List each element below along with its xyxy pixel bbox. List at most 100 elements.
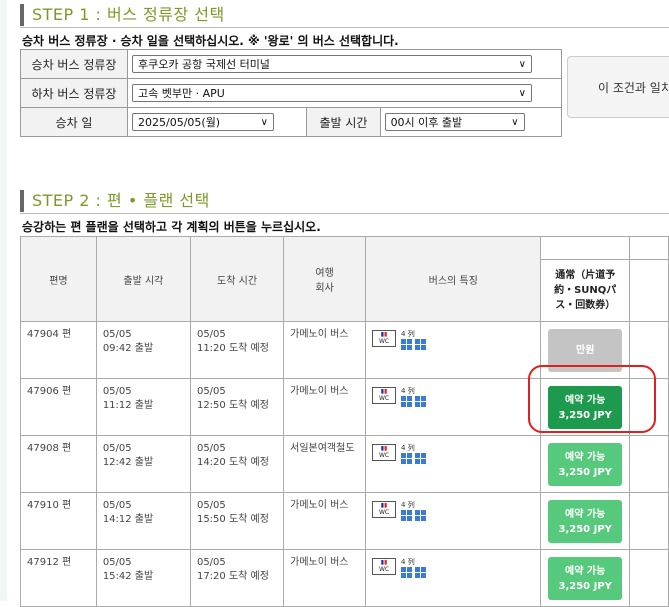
plan-header-top bbox=[541, 237, 629, 260]
step2-instruction: 승강하는 편 플랜을 선택하고 각 계획의 버튼을 누르십시오. bbox=[22, 220, 321, 234]
operator: 가메노이 버스 bbox=[283, 549, 367, 607]
col-operator: 여행 회사 bbox=[283, 236, 367, 322]
trip-number: 47906 편 bbox=[20, 378, 97, 436]
departure-time: 11:12 출발 bbox=[102, 400, 154, 411]
arrival-date: 05/05 bbox=[196, 329, 226, 340]
button-label: 예약 가능 bbox=[565, 394, 606, 406]
alight-stop-label: 하차 버스 정류장 bbox=[20, 78, 128, 108]
arrival-time: 17:20 도착 예정 bbox=[196, 571, 269, 582]
departure-date: 05/05 bbox=[102, 443, 132, 454]
button-label: 예약 가능 bbox=[565, 451, 606, 463]
arrival-cell: 05/05 14:20 도착 예정 bbox=[189, 435, 285, 493]
button-price: 3,250 JPY bbox=[558, 580, 612, 592]
extra-cell bbox=[628, 435, 669, 493]
departure-cell: 05/05 11:12 출발 bbox=[95, 378, 191, 436]
features-cell: ▮▮ WC 4 列 bbox=[365, 549, 542, 607]
table-row: 47904 편 05/05 09:42 출발 05/05 11:20 도착 예정 가메노이… bbox=[20, 321, 669, 379]
alight-stop-select[interactable]: 고속 벳부만 · APU ∨ bbox=[132, 84, 532, 102]
seat-layout-icon: 4 列 bbox=[401, 558, 427, 579]
button-label: 만원 bbox=[576, 344, 595, 356]
trip-number: 47912 편 bbox=[20, 549, 97, 607]
left-background-strip bbox=[0, 0, 7, 601]
step1-underline bbox=[20, 27, 669, 28]
col-arrival: 도착 시간 bbox=[189, 236, 285, 322]
col-trip: 편명 bbox=[20, 236, 97, 322]
extra-cell bbox=[628, 549, 669, 607]
arrival-cell: 05/05 12:50 도착 예정 bbox=[189, 378, 285, 436]
arrival-time: 14:20 도착 예정 bbox=[196, 457, 269, 468]
features-cell: ▮▮ WC 4 列 bbox=[365, 435, 542, 493]
plan-cell: 만원 bbox=[540, 321, 630, 379]
trip-number: 47904 편 bbox=[20, 321, 97, 379]
plan-cell: 예약 가능 3,250 JPY bbox=[540, 492, 630, 550]
col-plan: 通常（片道予約・SUNQパス・回数券） bbox=[540, 236, 630, 322]
extra-cell bbox=[628, 378, 669, 436]
date-select[interactable]: 2025/05/05(월) ∨ bbox=[132, 113, 274, 131]
board-stop-label: 승차 버스 정류장 bbox=[20, 49, 128, 79]
arrival-time: 11:20 도착 예정 bbox=[196, 343, 269, 354]
seat-label: 4 列 bbox=[401, 387, 415, 395]
departure-time-select[interactable]: 00시 이후 출발 ∨ bbox=[384, 113, 525, 131]
step2-underline bbox=[20, 213, 669, 214]
departure-cell: 05/05 15:42 출발 bbox=[95, 549, 191, 607]
chevron-down-icon: ∨ bbox=[518, 59, 526, 70]
alight-stop-cell: 고속 벳부만 · APU ∨ bbox=[127, 78, 562, 108]
reserve-button[interactable]: 예약 가능 3,250 JPY bbox=[548, 385, 623, 429]
col-extra bbox=[628, 236, 669, 322]
plan-name: 通常（片道予約・SUNQパス・回数券） bbox=[554, 270, 617, 311]
col-operator-line1: 여행 bbox=[315, 268, 334, 279]
departure-time: 15:42 출발 bbox=[102, 571, 154, 582]
board-stop-cell: 후쿠오카 공항 국제선 터미널 ∨ bbox=[127, 49, 562, 79]
chevron-down-icon: ∨ bbox=[511, 117, 519, 128]
arrival-cell: 05/05 11:20 도착 예정 bbox=[189, 321, 285, 379]
col-operator-line2: 회사 bbox=[315, 283, 334, 294]
col-features: 버스의 특징 bbox=[365, 236, 542, 322]
col-departure: 출발 시각 bbox=[95, 236, 191, 322]
seat-layout-icon: 4 列 bbox=[401, 387, 427, 408]
board-stop-value: 후쿠오카 공항 국제선 터미널 bbox=[138, 58, 270, 71]
trip-results-table: 편명 출발 시각 도착 시간 여행 회사 버스의 특징 通常（片道予約・SUNQ… bbox=[20, 236, 669, 607]
arrival-time: 15:50 도착 예정 bbox=[196, 514, 269, 525]
arrival-cell: 05/05 17:20 도착 예정 bbox=[189, 549, 285, 607]
departure-date: 05/05 bbox=[102, 386, 132, 397]
departure-date: 05/05 bbox=[102, 557, 132, 568]
departure-cell: 05/05 14:12 출발 bbox=[95, 492, 191, 550]
departure-cell: 05/05 12:42 출발 bbox=[95, 435, 191, 493]
seat-label: 4 列 bbox=[401, 330, 415, 338]
seat-label: 4 列 bbox=[401, 444, 415, 452]
plan-cell: 예약 가능 3,250 JPY bbox=[540, 435, 630, 493]
departure-time: 14:12 출발 bbox=[102, 514, 154, 525]
button-price: 3,250 JPY bbox=[558, 466, 612, 478]
arrival-date: 05/05 bbox=[196, 386, 226, 397]
search-button[interactable]: 이 조건과 일치 bbox=[567, 56, 669, 118]
date-label: 승차 일 bbox=[20, 107, 128, 137]
operator: 가메노이 버스 bbox=[283, 378, 367, 436]
reserve-button[interactable]: 예약 가능 3,250 JPY bbox=[548, 499, 623, 543]
toilet-wc-icon: ▮▮ WC bbox=[372, 558, 397, 575]
departure-cell: 05/05 09:42 출발 bbox=[95, 321, 191, 379]
arrival-time: 12:50 도착 예정 bbox=[196, 400, 269, 411]
seat-label: 4 列 bbox=[401, 501, 415, 509]
chevron-down-icon: ∨ bbox=[260, 117, 268, 128]
features-cell: ▮▮ WC 4 列 bbox=[365, 492, 542, 550]
trip-number: 47910 편 bbox=[20, 492, 97, 550]
step2-heading: STEP 2 : 편 • 플랜 선택 bbox=[20, 190, 210, 212]
departure-time: 12:42 출발 bbox=[102, 457, 154, 468]
step1-instruction: 승차 버스 정류장 · 승차 일을 선택하십시오. ※ '왕로' 의 버스 선택… bbox=[22, 34, 399, 48]
seat-layout-icon: 4 列 bbox=[401, 501, 427, 522]
arrival-date: 05/05 bbox=[196, 443, 226, 454]
table-row: 47906 편 05/05 11:12 출발 05/05 12:50 도착 예정 가메노이… bbox=[20, 378, 669, 436]
reserve-button[interactable]: 예약 가능 3,250 JPY bbox=[548, 442, 623, 486]
seat-layout-icon: 4 列 bbox=[401, 330, 427, 351]
arrival-date: 05/05 bbox=[196, 500, 226, 511]
toilet-wc-icon: ▮▮ WC bbox=[372, 387, 397, 404]
table-row: 47910 편 05/05 14:12 출발 05/05 15:50 도착 예정 가메노이… bbox=[20, 492, 669, 550]
extra-cell bbox=[628, 492, 669, 550]
reserve-button[interactable]: 예약 가능 3,250 JPY bbox=[548, 556, 623, 600]
board-stop-select[interactable]: 후쿠오카 공항 국제선 터미널 ∨ bbox=[132, 55, 532, 73]
table-row: 47908 편 05/05 12:42 출발 05/05 14:20 도착 예정 서일본여… bbox=[20, 435, 669, 493]
button-label: 예약 가능 bbox=[565, 565, 606, 577]
toilet-wc-icon: ▮▮ WC bbox=[372, 330, 397, 347]
stop-selection-table: 승차 버스 정류장 후쿠오카 공항 국제선 터미널 ∨ 하차 버스 정류장 고속… bbox=[20, 49, 563, 137]
plan-cell: 예약 가능 3,250 JPY bbox=[540, 549, 630, 607]
